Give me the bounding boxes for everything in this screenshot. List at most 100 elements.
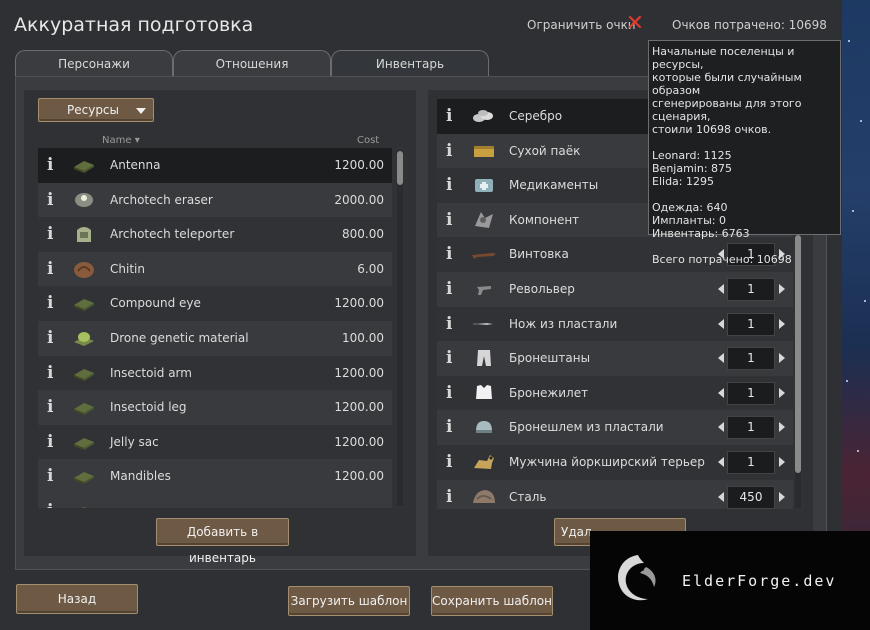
component-icon: [471, 210, 497, 230]
list-item[interactable]: i Бронежилет 1: [437, 376, 793, 411]
item-name: Insectoid arm: [110, 365, 192, 380]
tab-characters[interactable]: Персонажи: [15, 50, 173, 77]
quantity-field[interactable]: 450: [727, 485, 775, 509]
chevron-down-icon: [136, 108, 146, 114]
list-item[interactable]: i Insectoid arm 1200.00: [38, 356, 392, 391]
column-header-name[interactable]: Name ▾: [102, 135, 140, 146]
quantity-field[interactable]: 1: [727, 416, 775, 440]
info-icon[interactable]: i: [446, 417, 456, 437]
list-item[interactable]: i Бронештаны 1: [437, 341, 793, 376]
list-item[interactable]: i Chitin 6.00: [38, 251, 392, 287]
item-name: Мужчина йоркширский терьер: [509, 455, 705, 469]
list-item[interactable]: i: [38, 494, 392, 508]
list-item[interactable]: i Antenna 1200.00: [38, 148, 392, 183]
silver-icon: [471, 106, 497, 126]
back-button[interactable]: Назад: [16, 584, 138, 614]
quantity-field[interactable]: 1: [727, 312, 775, 336]
info-icon[interactable]: i: [446, 210, 456, 230]
info-icon[interactable]: i: [446, 452, 456, 472]
decrement-arrow-icon[interactable]: [718, 284, 724, 294]
list-item[interactable]: i Drone genetic material 100.00: [38, 321, 392, 356]
info-icon[interactable]: i: [47, 224, 57, 244]
column-name-label: Name: [102, 135, 132, 146]
add-to-inventory-button[interactable]: Добавить в инвентарь: [156, 518, 289, 565]
decrement-arrow-icon[interactable]: [718, 422, 724, 433]
info-icon[interactable]: i: [446, 106, 456, 126]
flak-vest-icon: [471, 383, 497, 403]
info-icon[interactable]: i: [47, 363, 57, 383]
decrement-arrow-icon[interactable]: [718, 491, 724, 502]
tab-relations[interactable]: Отношения: [173, 50, 331, 77]
info-icon[interactable]: i: [446, 175, 456, 195]
item-name: Antenna: [110, 158, 161, 172]
tooltip-categories: Одежда: 640 Импланты: 0 Инвентарь: 6763: [652, 201, 750, 240]
decrement-arrow-icon[interactable]: [718, 318, 724, 329]
item-name: Archotech eraser: [110, 192, 213, 207]
list-item[interactable]: i Mandibles 1200.00: [38, 459, 392, 494]
increment-arrow-icon[interactable]: [779, 422, 785, 433]
info-icon[interactable]: i: [47, 501, 57, 508]
increment-arrow-icon[interactable]: [779, 284, 785, 294]
increment-arrow-icon[interactable]: [779, 387, 785, 398]
dragon-logo-icon: [618, 555, 656, 601]
quantity-field[interactable]: 1: [727, 381, 775, 405]
list-item[interactable]: i Мужчина йоркширский терьер 1: [437, 445, 793, 480]
item-name: Chitin: [110, 261, 145, 276]
decrement-arrow-icon[interactable]: [718, 387, 724, 398]
item-name: Бронешлем из пластали: [509, 420, 664, 435]
quantity-field[interactable]: 1: [727, 451, 775, 474]
info-icon[interactable]: i: [47, 397, 57, 417]
info-icon[interactable]: i: [446, 487, 456, 507]
info-icon[interactable]: i: [446, 314, 456, 334]
right-scrollbar-thumb[interactable]: [795, 235, 801, 473]
limit-points-toggle-icon[interactable]: ✕: [624, 13, 646, 35]
info-icon[interactable]: i: [446, 383, 456, 403]
load-preset-button[interactable]: Загрузить шаблон: [288, 586, 410, 616]
tab-inventory[interactable]: Инвентарь: [331, 50, 489, 78]
list-item[interactable]: i Сталь 450: [437, 479, 793, 509]
info-icon[interactable]: i: [446, 244, 456, 264]
list-item[interactable]: i Jelly sac 1200.00: [38, 425, 392, 460]
info-icon[interactable]: i: [446, 348, 456, 368]
info-icon[interactable]: i: [446, 141, 456, 161]
increment-arrow-icon[interactable]: [779, 491, 785, 502]
item-name: Insectoid leg: [110, 400, 187, 415]
points-tooltip: Начальные поселенцы и ресурсы, которые б…: [648, 40, 841, 266]
increment-arrow-icon[interactable]: [779, 353, 785, 364]
medicine-icon: [471, 175, 497, 195]
item-name: Сталь: [509, 489, 547, 504]
list-item[interactable]: i Бронешлем из пластали 1: [437, 410, 793, 445]
increment-arrow-icon[interactable]: [779, 318, 785, 329]
green-tile-icon: [72, 466, 96, 486]
list-item[interactable]: i Револьвер 1: [437, 272, 793, 307]
info-icon[interactable]: i: [47, 328, 57, 348]
quantity-field[interactable]: 1: [727, 278, 775, 301]
list-item[interactable]: i Archotech eraser 2000.00: [38, 182, 392, 218]
item-cost: 1200.00: [334, 365, 384, 380]
helmet-icon: [471, 417, 497, 437]
info-icon[interactable]: i: [47, 293, 57, 313]
info-icon[interactable]: i: [47, 432, 57, 452]
info-icon[interactable]: i: [47, 259, 57, 279]
save-preset-button[interactable]: Сохранить шаблон: [431, 586, 553, 616]
left-scrollbar-thumb[interactable]: [397, 151, 403, 185]
category-dropdown[interactable]: Ресурсы: [38, 98, 154, 122]
sort-down-icon: ▾: [134, 135, 140, 146]
increment-arrow-icon[interactable]: [779, 457, 785, 467]
list-item[interactable]: i Archotech teleporter 800.00: [38, 217, 392, 252]
list-item[interactable]: i Нож из пластали 1: [437, 307, 793, 342]
quantity-field[interactable]: 1: [727, 347, 775, 371]
left-scrollbar[interactable]: [397, 150, 403, 506]
list-item[interactable]: i Insectoid leg 1200.00: [38, 390, 392, 425]
info-icon[interactable]: i: [47, 466, 57, 486]
revolver-icon: [471, 279, 497, 299]
decrement-arrow-icon[interactable]: [718, 457, 724, 467]
list-item[interactable]: i Compound eye 1200.00: [38, 286, 392, 321]
column-header-cost[interactable]: Cost: [357, 135, 379, 146]
decrement-arrow-icon[interactable]: [718, 353, 724, 364]
chitin-icon: [72, 259, 96, 279]
info-icon[interactable]: i: [446, 279, 456, 299]
info-icon[interactable]: i: [47, 155, 57, 175]
info-icon[interactable]: i: [47, 190, 57, 210]
yorkshire-terrier-icon: [471, 452, 497, 472]
